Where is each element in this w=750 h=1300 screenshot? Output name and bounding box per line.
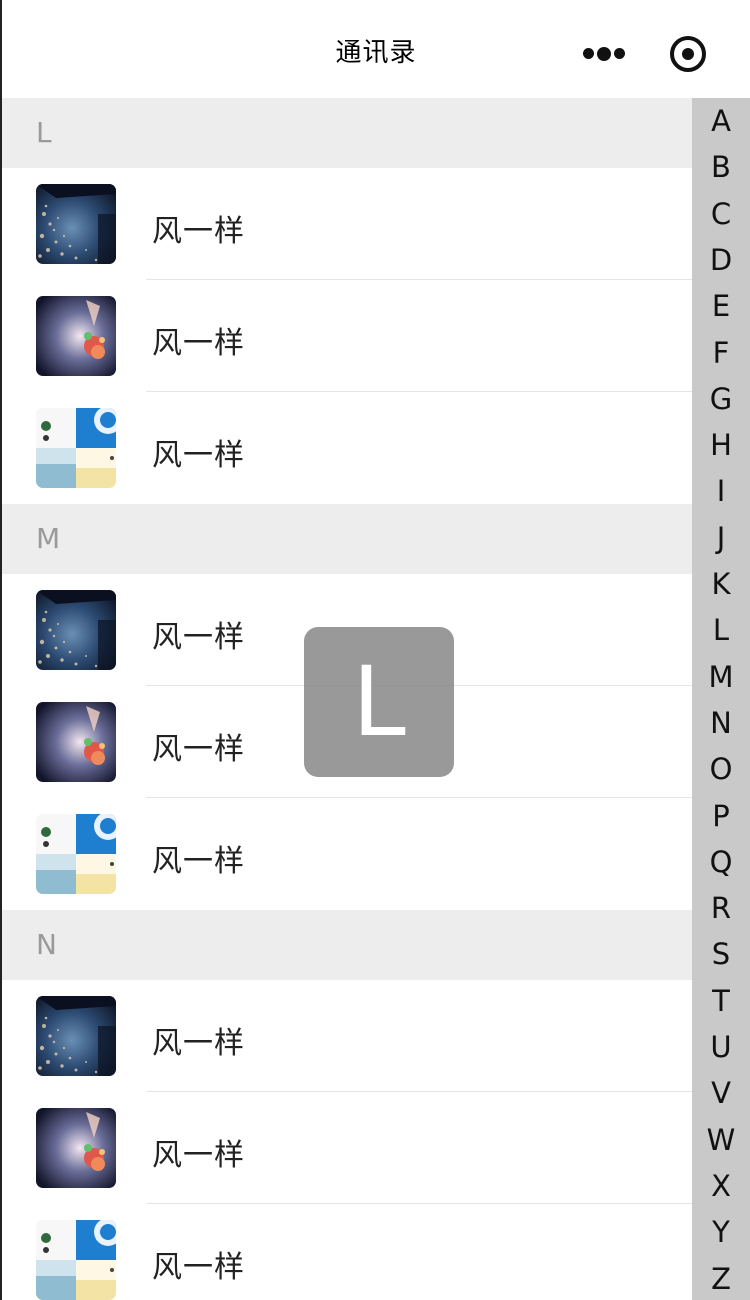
- alphabet-index-bar[interactable]: ABCDEFGHIJKLMNOPQRSTUVWXYZ: [692, 98, 750, 1300]
- contact-name: 风一样: [152, 620, 245, 655]
- more-dots-icon-right: [614, 48, 625, 59]
- section-group: 风一样 风一样 风一样: [2, 168, 750, 504]
- more-menu-button[interactable]: [580, 40, 628, 70]
- index-letter-s[interactable]: S: [692, 931, 750, 977]
- index-letter-w[interactable]: W: [692, 1117, 750, 1163]
- index-letter-q[interactable]: Q: [692, 839, 750, 885]
- close-button[interactable]: [670, 36, 706, 72]
- current-letter-overlay: L: [304, 627, 454, 777]
- avatar: [36, 408, 116, 488]
- more-dots-icon: [583, 48, 594, 59]
- contact-row[interactable]: 风一样: [2, 168, 750, 280]
- avatar: [36, 996, 116, 1076]
- contact-name: 风一样: [152, 1138, 245, 1173]
- contact-row[interactable]: 风一样: [2, 280, 750, 392]
- index-letter-o[interactable]: O: [692, 746, 750, 792]
- avatar: [36, 1220, 116, 1300]
- section-header: M: [2, 504, 750, 574]
- contact-row[interactable]: 风一样: [2, 798, 750, 910]
- avatar: [36, 1108, 116, 1188]
- index-letter-b[interactable]: B: [692, 144, 750, 190]
- avatar: [36, 296, 116, 376]
- avatar: [36, 702, 116, 782]
- index-letter-v[interactable]: V: [692, 1070, 750, 1116]
- contact-name: 风一样: [152, 1250, 245, 1285]
- index-letter-e[interactable]: E: [692, 283, 750, 329]
- contacts-screen: 通讯录 L 风一样 风一样 风一样 M 风一样 风一样 风一样 N 风一样 风一样 风一样 ABCDE…: [0, 0, 750, 1300]
- section-header: N: [2, 910, 750, 980]
- contact-name: 风一样: [152, 438, 245, 473]
- navigation-bar: 通讯录: [2, 0, 750, 98]
- index-letter-y[interactable]: Y: [692, 1209, 750, 1255]
- avatar: [36, 184, 116, 264]
- index-letter-g[interactable]: G: [692, 376, 750, 422]
- avatar: [36, 590, 116, 670]
- index-letter-j[interactable]: J: [692, 515, 750, 561]
- index-letter-u[interactable]: U: [692, 1024, 750, 1070]
- index-letter-f[interactable]: F: [692, 330, 750, 376]
- contact-name: 风一样: [152, 844, 245, 879]
- index-letter-x[interactable]: X: [692, 1163, 750, 1209]
- avatar: [36, 814, 116, 894]
- section-letter: N: [36, 928, 57, 961]
- section-header: L: [2, 98, 750, 168]
- index-letter-z[interactable]: Z: [692, 1256, 750, 1300]
- contact-name: 风一样: [152, 214, 245, 249]
- close-circle-icon-core: [682, 48, 694, 60]
- index-letter-n[interactable]: N: [692, 700, 750, 746]
- section-letter: M: [36, 522, 61, 555]
- page-title: 通讯录: [335, 38, 417, 68]
- contact-name: 风一样: [152, 1026, 245, 1061]
- index-letter-h[interactable]: H: [692, 422, 750, 468]
- index-letter-k[interactable]: K: [692, 561, 750, 607]
- index-letter-p[interactable]: P: [692, 793, 750, 839]
- contact-name: 风一样: [152, 326, 245, 361]
- index-letter-d[interactable]: D: [692, 237, 750, 283]
- section-group: 风一样 风一样 风一样: [2, 980, 750, 1300]
- index-letter-m[interactable]: M: [692, 654, 750, 700]
- index-letter-c[interactable]: C: [692, 191, 750, 237]
- contact-row[interactable]: 风一样: [2, 1092, 750, 1204]
- index-letter-t[interactable]: T: [692, 978, 750, 1024]
- section-letter: L: [36, 116, 52, 149]
- index-letter-r[interactable]: R: [692, 885, 750, 931]
- index-letter-a[interactable]: A: [692, 98, 750, 144]
- contact-name: 风一样: [152, 732, 245, 767]
- more-dots-icon-center: [597, 46, 611, 61]
- index-letter-l[interactable]: L: [692, 607, 750, 653]
- contact-row[interactable]: 风一样: [2, 1204, 750, 1300]
- index-letter-i[interactable]: I: [692, 468, 750, 514]
- contact-row[interactable]: 风一样: [2, 392, 750, 504]
- contact-row[interactable]: 风一样: [2, 980, 750, 1092]
